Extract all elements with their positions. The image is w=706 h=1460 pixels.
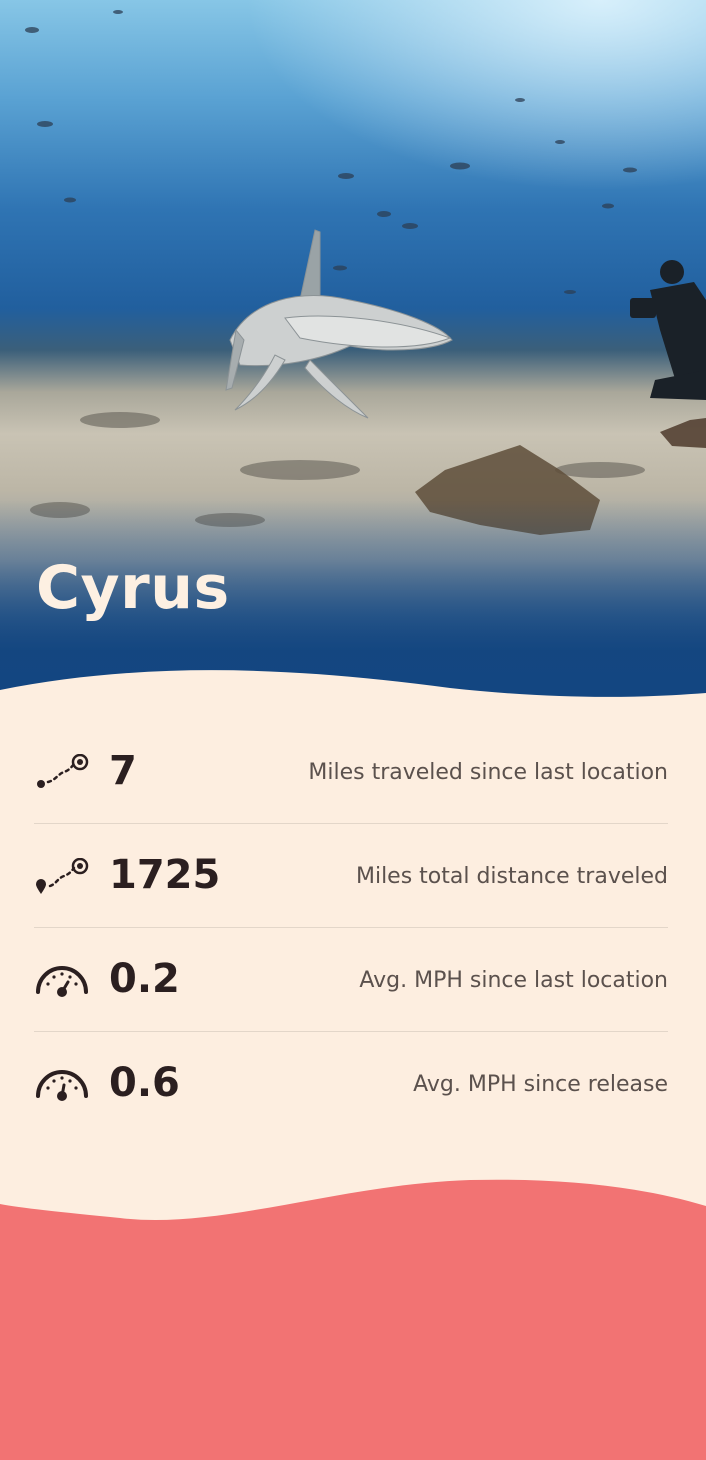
footer-section: [0, 1240, 706, 1460]
stats-list: 7 Miles traveled since last location 172…: [34, 720, 668, 1136]
stat-value: 0.2: [109, 956, 180, 1002]
stat-label: Miles total distance traveled: [355, 864, 668, 889]
stat-row-miles-since-last: 7 Miles traveled since last location: [34, 720, 668, 824]
stat-row-total-distance: 1725 Miles total distance traveled: [34, 824, 668, 928]
stat-row-mph-since-last: 0.2 Avg. MPH since last location: [34, 928, 668, 1032]
shark-name-title: Cyrus: [36, 553, 230, 623]
stat-row-mph-since-release: 0.6 Avg. MPH since release: [34, 1032, 668, 1136]
route-total-icon: [36, 858, 89, 894]
shark-tracker-card: Cyrus 7 Miles traveled since last locati…: [0, 0, 706, 1460]
stat-label: Miles traveled since last location: [308, 760, 668, 785]
stat-label: Avg. MPH since last location: [359, 968, 668, 993]
stat-value: 0.6: [109, 1060, 180, 1106]
route-distance-icon: [37, 754, 89, 788]
stat-label: Avg. MPH since release: [413, 1072, 668, 1097]
speedometer-icon: [36, 1070, 88, 1101]
hero-section: Cyrus: [0, 0, 706, 700]
stat-value: 1725: [109, 852, 221, 898]
speedometer-icon: [36, 966, 88, 997]
wave-divider-bottom: [0, 1160, 706, 1220]
stat-value: 7: [109, 748, 137, 794]
